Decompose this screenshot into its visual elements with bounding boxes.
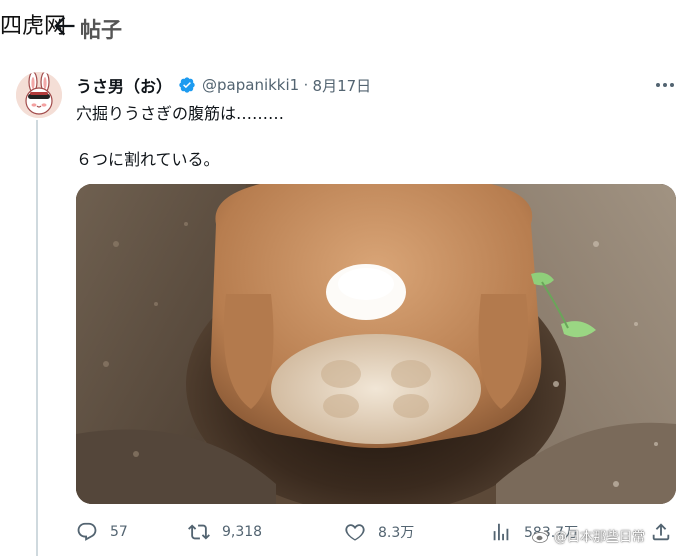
more-options-icon[interactable]: [654, 78, 676, 92]
author-display-name[interactable]: うさ男（お）: [76, 73, 172, 97]
share-button[interactable]: [650, 518, 672, 546]
top-bar: 四虎网 帖子: [0, 0, 690, 52]
bar-chart-icon: [493, 523, 509, 541]
reply-icon: [77, 522, 97, 541]
retweet-button[interactable]: 9,318: [188, 518, 262, 546]
heart-icon: [345, 524, 365, 541]
tweet-text: 穴掘りうさぎの腹筋は……… ６つに割れている。: [76, 101, 284, 173]
rabbit-digging-photo: [76, 184, 676, 504]
like-button[interactable]: 8.3万: [344, 518, 414, 546]
page-title: 帖子: [80, 18, 122, 42]
rabbit-avatar-icon: [16, 72, 62, 118]
separator-dot: ·: [303, 76, 309, 93]
share-icon: [652, 523, 670, 541]
reply-button[interactable]: 57: [76, 518, 128, 546]
author-handle[interactable]: @papanikki1: [202, 76, 299, 94]
tweet-header: うさ男（お） @papanikki1 · 8月17日: [76, 74, 371, 96]
tweet-photo[interactable]: [76, 184, 676, 504]
watermark-text: @日本那些日常: [554, 530, 646, 545]
avatar[interactable]: [16, 72, 62, 118]
arrow-left-icon[interactable]: [50, 12, 78, 40]
verified-badge-icon[interactable]: [178, 76, 196, 94]
retweet-icon: [188, 524, 210, 540]
weibo-logo-icon: [532, 530, 549, 543]
retweet-count: 9,318: [222, 524, 263, 540]
tweet-text-line-1: 穴掘りうさぎの腹筋は………: [76, 104, 285, 123]
reply-count: 57: [110, 524, 128, 540]
tweet-text-line-2: ６つに割れている。: [76, 150, 220, 169]
watermark-bottom-right: @日本那些日常: [532, 526, 645, 545]
like-count: 8.3万: [378, 525, 415, 541]
tweet-date[interactable]: 8月17日: [313, 75, 372, 96]
thread-line: [36, 120, 38, 556]
